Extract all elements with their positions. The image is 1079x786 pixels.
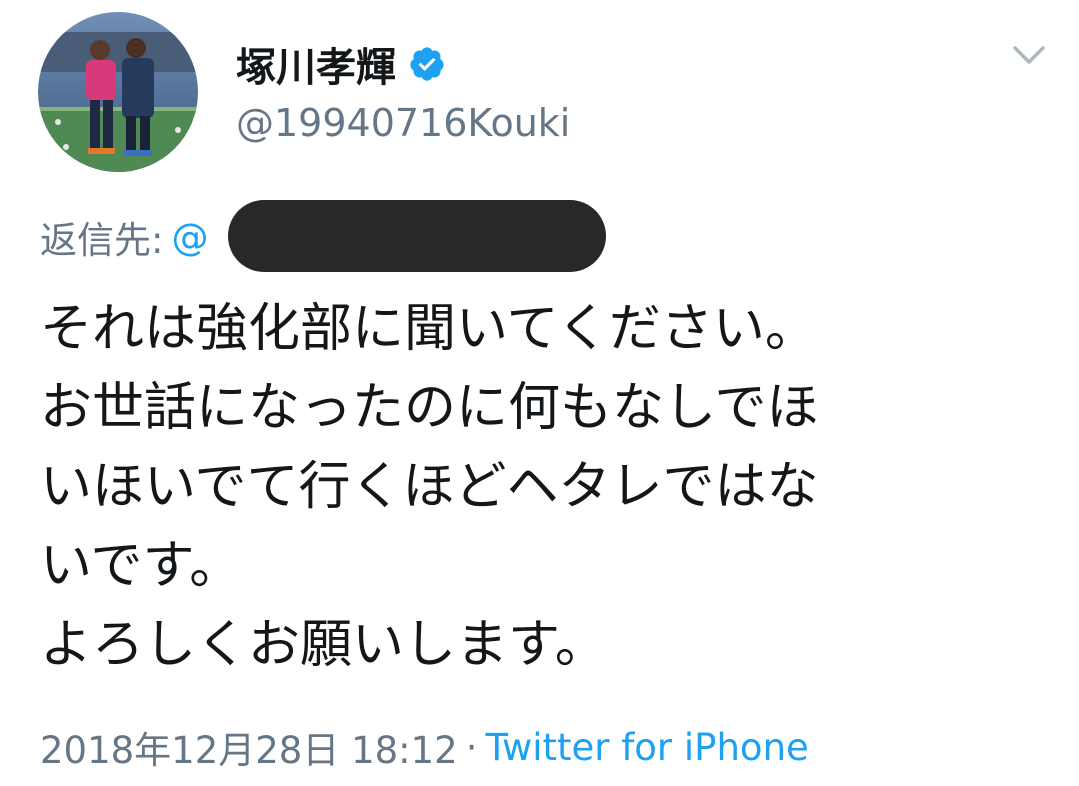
redacted-username <box>228 200 606 272</box>
display-name[interactable]: 塚川孝輝 <box>236 35 396 93</box>
reply-mention-link[interactable]: @ <box>171 216 208 259</box>
display-name-row[interactable]: 塚川孝輝 <box>236 36 446 92</box>
user-handle[interactable]: @19940716Kouki <box>236 101 570 145</box>
chevron-down-icon[interactable] <box>1010 42 1048 68</box>
tweet-text-line: よろしくお願いします。 <box>40 615 607 675</box>
timestamp[interactable]: 2018年12月28日 18:12 <box>40 720 458 774</box>
reply-label: 返信先: <box>40 219 164 262</box>
avatar[interactable] <box>38 12 198 172</box>
meta-separator: · <box>465 725 478 769</box>
reply-context: 返信先: @ <box>40 212 208 263</box>
tweet-text-line: それは強化部に聞いてください。 <box>40 299 817 359</box>
tweet-text-line: いです。 <box>40 536 242 596</box>
profile-photo <box>38 12 198 172</box>
tweet-card: 塚川孝輝 @19940716Kouki 返信先: @ それは強化部に聞いてくださ… <box>0 0 1079 786</box>
tweet-text-line: お世話になったのに何もなしでほ <box>40 378 819 438</box>
tweet-text-line: いほいでて行くほどヘタレではな <box>40 457 819 517</box>
tweet-meta: 2018年12月28日 18:12 · Twitter for iPhone <box>40 720 809 774</box>
tweet-text: それは強化部に聞いてください。 お世話になったのに何もなしでほ いほいでて行くほ… <box>40 290 1060 685</box>
source-link[interactable]: Twitter for iPhone <box>485 726 808 769</box>
verified-badge-icon <box>408 45 446 83</box>
